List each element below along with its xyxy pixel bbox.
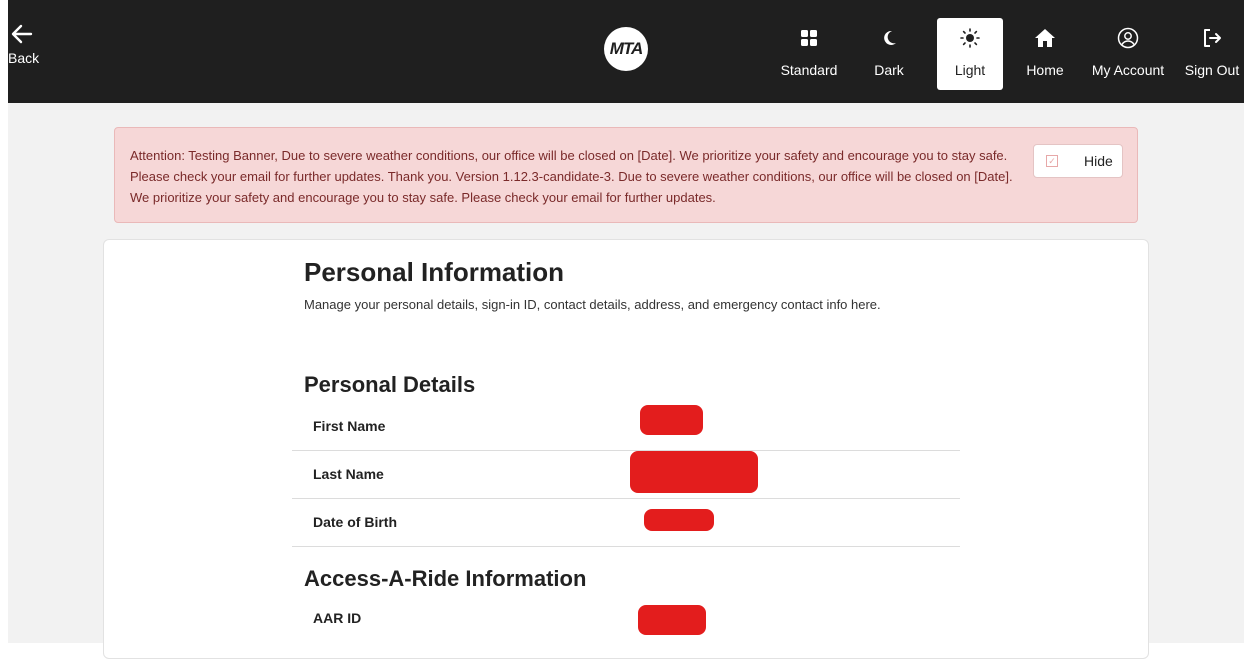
- field-row-date-of-birth: Date of Birth: [292, 499, 960, 547]
- back-button[interactable]: Back: [8, 22, 48, 82]
- home-icon: [1035, 29, 1055, 47]
- redaction-mark: [644, 509, 714, 531]
- redaction-mark: [630, 451, 758, 493]
- field-label: First Name: [313, 418, 386, 434]
- field-label: Date of Birth: [313, 514, 397, 530]
- nav-my-account-button[interactable]: My Account: [1082, 18, 1174, 90]
- nav-light-button[interactable]: Light: [937, 18, 1003, 90]
- mta-logo: MTA: [604, 27, 648, 71]
- moon-icon: [884, 30, 896, 45]
- field-row-aar-id: AAR ID: [292, 595, 960, 643]
- logo-text: MTA: [609, 39, 644, 58]
- redaction-mark: [640, 405, 703, 435]
- nav-light-label: Light: [954, 62, 986, 78]
- page-title: Personal Information: [304, 257, 565, 287]
- banner-message: Attention: Testing Banner, Due to severe…: [130, 148, 1013, 205]
- nav-dark-label: Dark: [874, 62, 904, 78]
- sun-icon: [960, 28, 980, 48]
- alert-banner: Attention: Testing Banner, Due to severe…: [114, 127, 1138, 223]
- nav-standard-button[interactable]: Standard: [776, 18, 842, 90]
- field-row-first-name: First Name: [292, 403, 960, 451]
- nav-sign-out-button[interactable]: Sign Out: [1180, 18, 1244, 90]
- checkbox-icon: ✓: [1046, 155, 1058, 167]
- nav-standard-label: Standard: [780, 62, 838, 78]
- nav-my-account-label: My Account: [1091, 62, 1165, 78]
- back-label: Back: [8, 50, 40, 66]
- redaction-mark: [638, 605, 706, 635]
- top-navigation-bar: Back MTA Standard Dark Light Home My Acc…: [0, 0, 1244, 103]
- page-description: Manage your personal details, sign-in ID…: [304, 297, 881, 312]
- field-row-last-name: Last Name: [292, 451, 960, 499]
- field-label: AAR ID: [313, 610, 362, 626]
- sign-out-icon: [1204, 29, 1221, 47]
- user-circle-icon: [1117, 27, 1139, 49]
- nav-home-button[interactable]: Home: [1020, 18, 1070, 90]
- nav-sign-out-label: Sign Out: [1184, 62, 1240, 78]
- left-edge: [0, 0, 8, 643]
- field-label: Last Name: [313, 466, 384, 482]
- nav-home-label: Home: [1026, 62, 1064, 78]
- arrow-left-icon: [11, 24, 33, 44]
- grid-icon: [801, 30, 817, 46]
- nav-dark-button[interactable]: Dark: [864, 18, 914, 90]
- personal-details-heading: Personal Details: [304, 372, 476, 397]
- hide-label: Hide: [1084, 153, 1113, 169]
- hide-banner-button[interactable]: ✓ Hide: [1033, 144, 1123, 178]
- aar-information-heading: Access-A-Ride Information: [304, 566, 587, 591]
